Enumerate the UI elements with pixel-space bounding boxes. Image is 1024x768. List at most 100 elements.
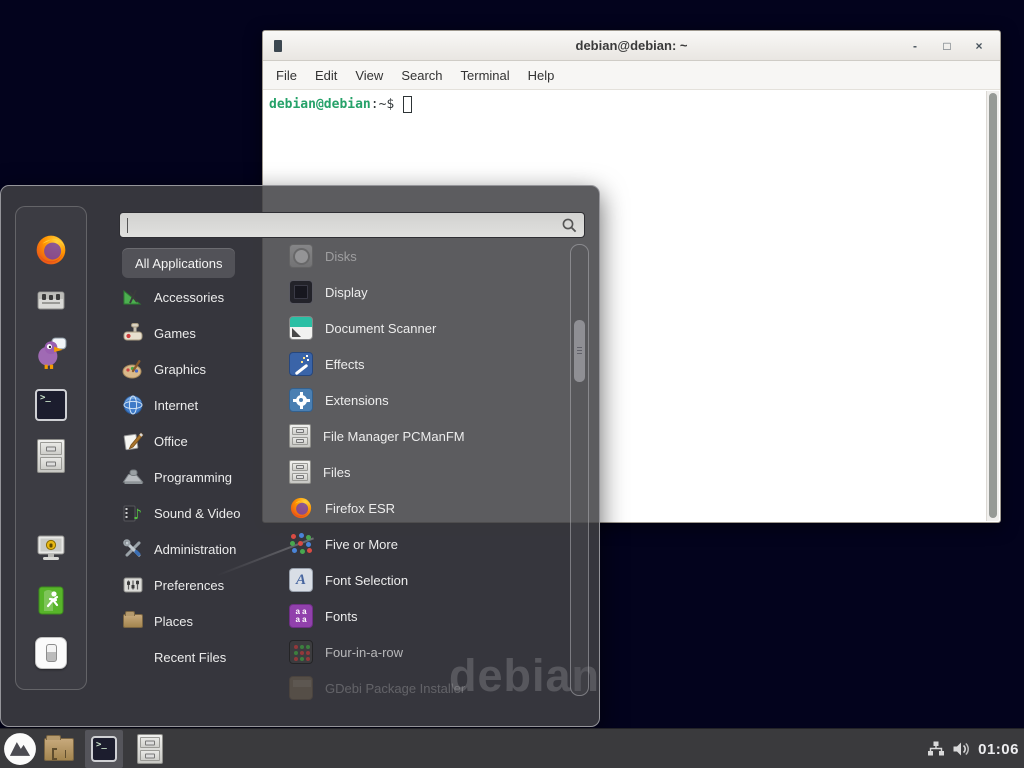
app-disks[interactable]: Disks xyxy=(289,238,563,274)
app-effects[interactable]: Effects xyxy=(289,346,563,382)
category-administration[interactable]: Administration xyxy=(122,531,288,567)
accessories-icon xyxy=(122,286,144,308)
firefox-icon xyxy=(289,496,313,520)
recent-files-spacer xyxy=(122,646,144,668)
terminal-title: debian@debian: ~ xyxy=(263,38,1000,53)
application-menu: debian xyxy=(0,185,600,727)
app-list-scrollbar[interactable] xyxy=(570,244,589,696)
folder-icon xyxy=(123,614,143,628)
category-accessories[interactable]: Accessories xyxy=(122,279,288,315)
file-cabinet-icon xyxy=(289,460,311,484)
app-file-manager-pcmanfm[interactable]: File Manager PCManFM xyxy=(289,418,563,454)
app-files[interactable]: Files xyxy=(289,454,563,490)
search-input[interactable] xyxy=(128,215,558,235)
favorite-shut-down[interactable] xyxy=(34,636,68,670)
lock-screen-icon xyxy=(34,531,68,565)
menu-terminal[interactable]: Terminal xyxy=(452,63,519,88)
application-list: Disks Display Document Scanner Effects E… xyxy=(289,238,563,706)
app-four-in-a-row[interactable]: Four-in-a-row xyxy=(289,634,563,670)
search-icon xyxy=(561,217,578,234)
office-icon xyxy=(122,430,144,452)
disks-icon xyxy=(289,244,313,268)
applications-menu-button[interactable] xyxy=(3,732,37,766)
taskbar: >_ 01:06 xyxy=(0,728,1024,768)
terminal-titlebar[interactable]: debian@debian: ~ - □ × xyxy=(263,31,1000,61)
prompt-user-host: debian@debian xyxy=(269,97,371,112)
maximize-button[interactable]: □ xyxy=(938,39,956,53)
places-folder-icon xyxy=(122,610,144,632)
settings-mixer-icon xyxy=(35,284,67,316)
terminal-menubar: File Edit View Search Terminal Help xyxy=(263,61,1000,90)
terminal-cursor xyxy=(403,96,412,113)
category-sound-video[interactable]: ♪ Sound & Video xyxy=(122,495,288,531)
document-scanner-icon xyxy=(289,316,313,340)
favorite-files[interactable] xyxy=(34,439,68,473)
menu-search-field[interactable] xyxy=(119,212,585,238)
favorite-terminal[interactable]: >_ xyxy=(34,388,68,422)
app-font-selection[interactable]: A Font Selection xyxy=(289,562,563,598)
category-list: Accessories Games Graphics Internet xyxy=(122,279,288,675)
category-programming[interactable]: Programming xyxy=(122,459,288,495)
category-internet[interactable]: Internet xyxy=(122,387,288,423)
favorite-lock-screen[interactable] xyxy=(34,531,68,565)
preferences-sliders-icon xyxy=(122,574,144,596)
display-icon xyxy=(289,280,313,304)
network-icon[interactable] xyxy=(927,740,945,758)
gdebi-icon xyxy=(289,676,313,700)
app-five-or-more[interactable]: Five or More xyxy=(289,526,563,562)
category-preferences[interactable]: Preferences xyxy=(122,567,288,603)
app-document-scanner[interactable]: Document Scanner xyxy=(289,310,563,346)
terminal-icon: >_ xyxy=(91,736,117,762)
extensions-gear-icon xyxy=(289,388,313,412)
terminal-scrollbar[interactable] xyxy=(986,91,999,521)
favorite-log-out[interactable] xyxy=(34,583,68,617)
category-all-applications[interactable]: All Applications xyxy=(122,248,235,278)
font-selection-icon: A xyxy=(289,568,313,592)
files-taskbar-button[interactable] xyxy=(137,734,163,764)
app-display[interactable]: Display xyxy=(289,274,563,310)
desktop[interactable]: debian@debian: ~ - □ × File Edit View Se… xyxy=(0,0,1024,768)
file-cabinet-icon xyxy=(37,439,65,473)
category-places[interactable]: Places xyxy=(122,603,288,639)
fonts-icon: a aa a xyxy=(289,604,313,628)
menu-file[interactable]: File xyxy=(267,63,306,88)
effects-icon xyxy=(289,352,313,376)
app-firefox-esr[interactable]: Firefox ESR xyxy=(289,490,563,526)
menu-edit[interactable]: Edit xyxy=(306,63,346,88)
menu-search[interactable]: Search xyxy=(392,63,451,88)
category-office[interactable]: Office xyxy=(122,423,288,459)
volume-icon[interactable] xyxy=(952,740,971,758)
category-graphics[interactable]: Graphics xyxy=(122,351,288,387)
app-extensions[interactable]: Extensions xyxy=(289,382,563,418)
administration-tools-icon xyxy=(122,538,144,560)
favorite-pidgin[interactable] xyxy=(34,336,68,370)
favorites-sidebar: >_ xyxy=(15,206,87,690)
menu-view[interactable]: View xyxy=(346,63,392,88)
file-manager-taskbar-button[interactable] xyxy=(44,738,74,761)
four-in-a-row-icon xyxy=(289,640,313,664)
minimize-button[interactable]: - xyxy=(906,39,924,53)
category-games[interactable]: Games xyxy=(122,315,288,351)
log-out-icon xyxy=(35,584,67,616)
clock[interactable]: 01:06 xyxy=(978,741,1019,758)
terminal-icon: >_ xyxy=(35,389,67,421)
games-icon xyxy=(122,322,144,344)
firefox-icon xyxy=(34,233,68,267)
shut-down-icon xyxy=(35,637,67,669)
menu-help[interactable]: Help xyxy=(519,63,564,88)
app-fonts[interactable]: a aa a Fonts xyxy=(289,598,563,634)
svg-text:♪: ♪ xyxy=(133,507,142,523)
terminal-scrollbar-thumb[interactable] xyxy=(989,93,997,518)
prompt-path: :~$ xyxy=(371,97,394,112)
programming-icon xyxy=(122,466,144,488)
category-recent-files[interactable]: Recent Files xyxy=(122,639,288,675)
pidgin-icon xyxy=(34,336,68,370)
terminal-taskbar-button[interactable]: >_ xyxy=(85,730,123,768)
favorite-settings[interactable] xyxy=(34,283,68,317)
sound-video-icon: ♪ xyxy=(122,502,144,524)
close-button[interactable]: × xyxy=(970,39,988,53)
app-list-scrollbar-thumb[interactable] xyxy=(574,320,585,382)
internet-globe-icon xyxy=(122,394,144,416)
favorite-firefox[interactable] xyxy=(34,233,68,267)
app-gdebi-package-installer[interactable]: GDebi Package Installer xyxy=(289,670,563,706)
